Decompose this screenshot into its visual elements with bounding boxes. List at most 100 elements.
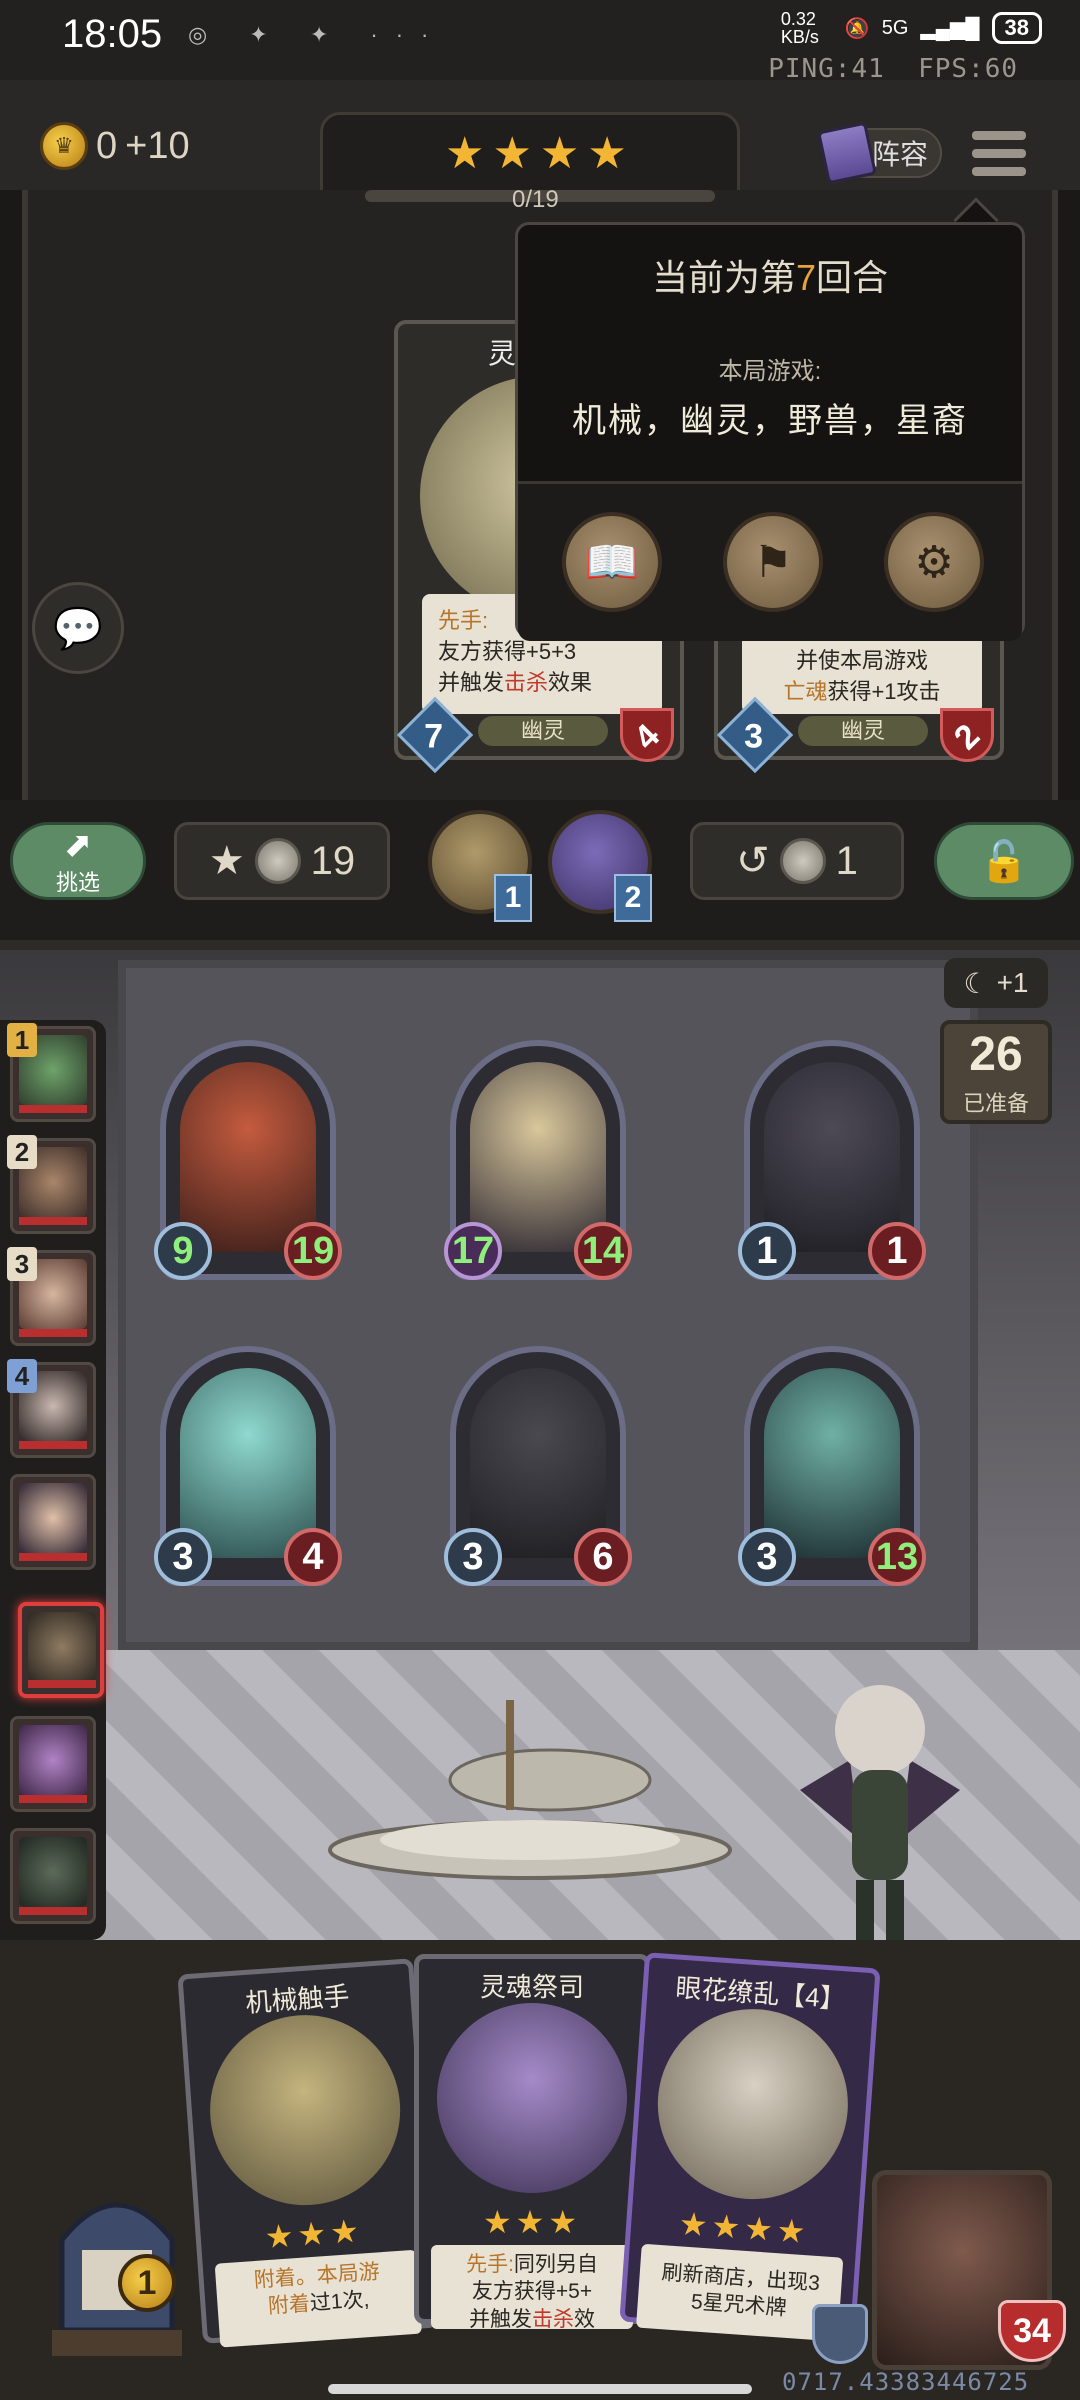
opponent-portrait bbox=[28, 1612, 96, 1682]
home-indicator[interactable] bbox=[328, 2384, 752, 2394]
roster-slot[interactable]: 1 bbox=[7, 1023, 96, 1122]
network-speed: 0.32 KB/s bbox=[780, 9, 819, 47]
skill-orb[interactable]: 1 bbox=[428, 810, 532, 922]
popup-actions: 📖 ⚑ ⚙ bbox=[518, 481, 1022, 641]
pick-button[interactable]: ⬈ 挑选 bbox=[10, 822, 146, 900]
hand-card-description: 先手:同列另自 友方获得+5+ 并触发击杀效 bbox=[431, 2245, 633, 2329]
minion-attack: 3 bbox=[154, 1528, 212, 1586]
ready-label: 已准备 bbox=[962, 1091, 1029, 1116]
opponent-health-bar bbox=[19, 1105, 87, 1113]
desc-trigger: 先手: bbox=[438, 608, 489, 633]
desc-line: 并使本局游戏 bbox=[795, 648, 928, 673]
refresh-button[interactable]: ↺ 1 bbox=[690, 822, 904, 900]
roster-slot[interactable] bbox=[10, 1716, 96, 1812]
refresh-cost: 1 bbox=[835, 838, 858, 883]
minion-attack: 1 bbox=[738, 1222, 796, 1280]
settings-button[interactable]: ⚙ bbox=[884, 512, 984, 612]
rank-badge: 3 bbox=[7, 1247, 37, 1281]
desc-line-suffix: 获得+1攻击 bbox=[827, 678, 941, 704]
clock: 18:05 bbox=[62, 12, 163, 56]
minion-portrait bbox=[470, 1062, 606, 1252]
board-minion[interactable]: 17 14 bbox=[444, 1040, 632, 1280]
health-stat: 2 bbox=[940, 708, 994, 762]
opponent-health-bar bbox=[28, 1680, 96, 1688]
chat-button[interactable]: 💬 bbox=[32, 582, 124, 674]
gold-income: +10 bbox=[125, 124, 190, 167]
health-stat: 4 bbox=[620, 708, 674, 762]
roster-slot[interactable] bbox=[10, 1474, 96, 1570]
rank-badge: 1 bbox=[7, 1023, 37, 1057]
crystal-pouch[interactable]: 2 bbox=[548, 810, 652, 922]
hand-card-art bbox=[203, 2008, 407, 2212]
action-bar bbox=[0, 800, 1080, 950]
opponent-portrait bbox=[19, 1837, 87, 1907]
desc-line: 同列另自 bbox=[513, 2253, 598, 2276]
star-up-icon: ★ bbox=[208, 839, 245, 883]
opponent-health-bar bbox=[19, 1441, 87, 1449]
board-minion[interactable]: 3 6 bbox=[444, 1346, 632, 1586]
hand-card[interactable]: 灵魂祭司 ★★★ 先手:同列另自 友方获得+5+ 并触发击杀效 bbox=[414, 1954, 650, 2329]
roster-slot[interactable] bbox=[10, 1828, 96, 1924]
desc-line-suffix: 效 bbox=[574, 2307, 595, 2329]
desc-line: 附着。本局游 bbox=[253, 2260, 381, 2293]
gold-amount: 0 bbox=[96, 124, 118, 167]
codex-button[interactable]: 📖 bbox=[562, 512, 662, 612]
moon-icon: ☾ bbox=[963, 967, 989, 999]
desc-line: 刷新商店，出现3 bbox=[660, 2261, 821, 2296]
lock-shop-button[interactable]: 🔓 bbox=[934, 822, 1074, 900]
rank-badge: 4 bbox=[7, 1359, 37, 1393]
minion-health: 14 bbox=[574, 1222, 632, 1280]
orb-count-badge: 1 bbox=[494, 874, 532, 922]
board-minion[interactable]: 1 1 bbox=[738, 1040, 926, 1280]
desc-line: 5星咒术牌 bbox=[690, 2290, 788, 2321]
game-tribes-list: 机械，幽灵，野兽，星裔 bbox=[572, 402, 968, 440]
lineup-label: 阵容 bbox=[871, 139, 928, 170]
hand-card-art bbox=[437, 2003, 627, 2193]
minion-health: 4 bbox=[284, 1528, 342, 1586]
minion-health: 13 bbox=[868, 1528, 926, 1586]
roster-slot[interactable]: 4 bbox=[7, 1359, 96, 1458]
opponent-health-bar bbox=[19, 1217, 87, 1225]
desc-line-suffix: 效果 bbox=[548, 669, 593, 695]
refresh-icon: ↺ bbox=[736, 839, 770, 883]
desc-line: 友方获得+5+ bbox=[471, 2280, 593, 2304]
round-number: 7 bbox=[795, 257, 817, 298]
minion-attack: 17 bbox=[444, 1222, 502, 1280]
roster-slot-current-opponent[interactable] bbox=[18, 1602, 104, 1698]
silver-coin-icon bbox=[779, 838, 826, 884]
roster-slot[interactable]: 3 bbox=[7, 1247, 96, 1346]
minion-portrait bbox=[180, 1368, 316, 1558]
opponent-health-bar bbox=[19, 1553, 87, 1561]
moon-bonus: ☾ +1 bbox=[944, 958, 1048, 1008]
opponent-portrait bbox=[19, 1725, 87, 1795]
opponent-health-bar bbox=[19, 1329, 87, 1337]
minion-health: 6 bbox=[574, 1528, 632, 1586]
minion-attack: 9 bbox=[154, 1222, 212, 1280]
upgrade-tavern-button[interactable]: ★ 19 bbox=[174, 822, 390, 900]
hand-card[interactable]: 眼花缭乱【4】 ★★★★ 刷新商店，出现3 5星咒术牌 bbox=[619, 1952, 881, 2342]
roster-slot[interactable]: 2 bbox=[7, 1135, 96, 1234]
status-bar: 18:05 ◎ ✦ ✦ ··· 0.32 KB/s 🔕 5G ▂▄▆█ 38 P… bbox=[0, 0, 1080, 84]
minion-portrait bbox=[764, 1062, 900, 1252]
crystal-count-badge: 2 bbox=[614, 874, 652, 922]
chat-bubble-icon: 💬 bbox=[53, 606, 103, 651]
menu-button[interactable] bbox=[972, 126, 1026, 180]
status-right: 0.32 KB/s 🔕 5G ▂▄▆█ 38 bbox=[781, 10, 1042, 46]
mute-icon: 🔕 bbox=[844, 17, 870, 40]
book-icon bbox=[816, 121, 878, 185]
board-minion[interactable]: 9 19 bbox=[154, 1040, 342, 1280]
desc-trigger: 先手: bbox=[466, 2253, 514, 2276]
desc-keyword: 击杀 bbox=[532, 2307, 574, 2329]
minion-portrait bbox=[470, 1368, 606, 1558]
board-minion[interactable]: 3 13 bbox=[738, 1346, 926, 1586]
minion-portrait bbox=[764, 1368, 900, 1558]
menu-icon-line bbox=[972, 148, 1026, 158]
lock-icon: 🔓 bbox=[979, 839, 1029, 884]
board-minion[interactable]: 3 4 bbox=[154, 1346, 342, 1586]
menu-icon-line bbox=[972, 130, 1026, 140]
surrender-button[interactable]: ⚑ bbox=[723, 512, 823, 612]
opponent-health-bar bbox=[19, 1907, 87, 1915]
hand-card[interactable]: 机械触手 ★★★ 附着。本局游 附着过1次, bbox=[177, 1958, 439, 2348]
menu-icon-line bbox=[972, 166, 1026, 176]
round-prefix: 当前为第 bbox=[651, 257, 796, 298]
